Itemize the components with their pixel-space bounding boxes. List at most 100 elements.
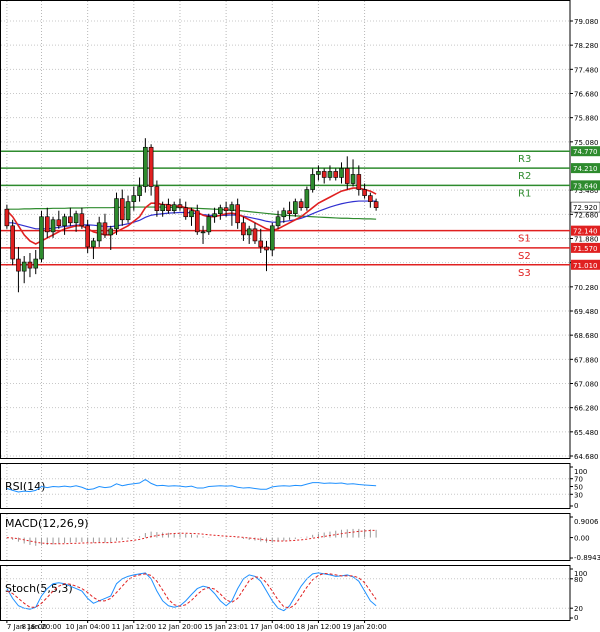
candle bbox=[373, 198, 379, 211]
candle-body bbox=[373, 201, 379, 208]
candle-body bbox=[206, 216, 212, 233]
candle bbox=[252, 222, 258, 244]
candle bbox=[333, 168, 339, 181]
candle-body bbox=[79, 213, 85, 227]
candle-body bbox=[229, 204, 235, 212]
y-tick-label: -0.8943 bbox=[574, 554, 600, 562]
candle-body bbox=[143, 146, 148, 187]
y-tick-label: 0.00 bbox=[574, 535, 590, 543]
candle bbox=[143, 138, 148, 193]
candle-body bbox=[33, 258, 39, 269]
panel-frame bbox=[0, 565, 571, 621]
candle bbox=[33, 249, 39, 275]
candle-body bbox=[333, 171, 339, 178]
candle bbox=[102, 213, 108, 238]
candle bbox=[166, 198, 171, 214]
candle bbox=[241, 216, 246, 241]
candle-body bbox=[50, 219, 56, 233]
candle-body bbox=[73, 213, 79, 224]
candle bbox=[183, 201, 189, 220]
candle bbox=[218, 204, 223, 220]
y-tick-label: 0 bbox=[574, 502, 578, 510]
candle bbox=[114, 192, 119, 235]
candle-body bbox=[4, 208, 10, 227]
candle bbox=[344, 156, 350, 190]
level-price-label: 73.640 bbox=[573, 182, 598, 190]
candle bbox=[44, 207, 50, 238]
level-name-r2: R2 bbox=[518, 171, 531, 182]
candle-body bbox=[44, 216, 50, 233]
candle-body bbox=[212, 213, 217, 218]
candle-body bbox=[269, 225, 275, 251]
x-tick-label: 18 Jan 12:00 bbox=[296, 623, 340, 631]
candle bbox=[356, 165, 362, 196]
candle bbox=[206, 213, 212, 235]
candle bbox=[212, 207, 217, 223]
candle bbox=[148, 144, 154, 196]
candle bbox=[350, 159, 356, 187]
candle bbox=[246, 225, 252, 244]
level-name-r3: R3 bbox=[518, 154, 531, 165]
candle bbox=[177, 198, 183, 211]
candle bbox=[339, 162, 344, 184]
price-panel: 79.08078.28077.48076.68075.88075.08073.4… bbox=[0, 0, 600, 461]
y-tick-label: 70.280 bbox=[574, 284, 599, 292]
y-tick-label: 70 bbox=[574, 476, 583, 484]
candle bbox=[79, 207, 85, 229]
candle-body bbox=[194, 210, 200, 233]
candle-body bbox=[166, 204, 171, 212]
candle bbox=[281, 207, 287, 223]
y-tick-label: 77.480 bbox=[574, 66, 599, 74]
candle-body bbox=[91, 240, 96, 248]
candle-body bbox=[246, 228, 252, 236]
stoch-title: Stoch(5,5,3) bbox=[5, 582, 73, 595]
candle-body bbox=[85, 225, 90, 248]
x-tick-label: 19 Jan 20:00 bbox=[342, 623, 386, 631]
candle-body bbox=[108, 228, 114, 236]
y-tick-label: 69.480 bbox=[574, 308, 599, 316]
candle bbox=[200, 225, 206, 244]
candle-body bbox=[189, 210, 194, 218]
candle-body bbox=[39, 216, 44, 260]
candle-body bbox=[235, 204, 240, 224]
candle bbox=[304, 186, 310, 211]
candle-body bbox=[56, 219, 62, 227]
candle bbox=[310, 168, 315, 193]
y-tick-label: 20 bbox=[574, 605, 583, 613]
candle bbox=[96, 216, 102, 247]
candle bbox=[298, 198, 304, 211]
candle bbox=[68, 207, 73, 226]
chart-canvas: 79.08078.28077.48076.68075.88075.08073.4… bbox=[0, 0, 600, 631]
candle-body bbox=[362, 189, 367, 196]
candle-body bbox=[310, 174, 315, 190]
candle bbox=[137, 177, 142, 202]
level-price-label: 72.140 bbox=[573, 228, 598, 236]
candle-body bbox=[304, 189, 310, 208]
candle bbox=[171, 201, 177, 214]
y-tick-label: 78.280 bbox=[574, 42, 599, 50]
level-price-label: 74.210 bbox=[573, 165, 598, 173]
candle-body bbox=[171, 204, 177, 212]
y-tick-label: 66.280 bbox=[574, 405, 599, 413]
x-tick-label: 11 Jan 12:00 bbox=[112, 623, 156, 631]
candle-body bbox=[275, 216, 281, 227]
candle bbox=[321, 168, 327, 184]
y-tick-label: 65.480 bbox=[574, 429, 599, 437]
rsi-panel: RSI(14) 1007050300 bbox=[0, 463, 587, 510]
candle-body bbox=[293, 201, 298, 215]
macd-panel: MACD(12,26,9) 0.9006 0.00 -0.8943 bbox=[0, 513, 600, 562]
candle bbox=[4, 204, 10, 229]
y-tick-label: 0 bbox=[574, 614, 578, 622]
candle-body bbox=[125, 201, 131, 221]
x-axis: 7 Jan 16:008 Jan 20:00 10 Jan 04:00 11 Jan… bbox=[6, 620, 387, 631]
candle bbox=[108, 225, 114, 250]
y-tick-label: 80 bbox=[574, 576, 583, 584]
candle bbox=[10, 219, 15, 266]
y-tick-label: 75.080 bbox=[574, 139, 599, 147]
candle-body bbox=[148, 146, 154, 187]
candle bbox=[264, 240, 269, 272]
x-tick-label: 8 Jan 20:00 bbox=[22, 623, 62, 631]
candle-body bbox=[102, 222, 108, 236]
candle bbox=[16, 246, 21, 293]
candle-body bbox=[327, 171, 333, 178]
